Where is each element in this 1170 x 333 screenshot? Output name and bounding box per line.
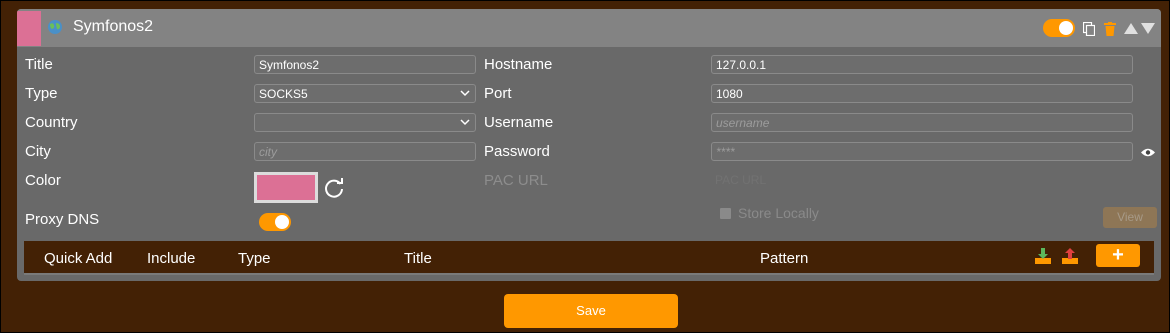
globe-icon: [48, 20, 62, 34]
pac-url-input[interactable]: PAC URL: [711, 171, 1133, 190]
move-down-icon[interactable]: [1141, 23, 1155, 34]
port-label: Port: [484, 85, 512, 102]
trash-icon[interactable]: [1104, 22, 1116, 36]
refresh-icon[interactable]: [323, 177, 345, 199]
proxy-dns-label: Proxy DNS: [25, 211, 100, 228]
username-label: Username: [484, 114, 554, 131]
proxy-dns-toggle[interactable]: [259, 213, 291, 231]
pac-url-label: PAC URL: [484, 172, 548, 189]
store-locally-checkbox[interactable]: [720, 208, 731, 219]
title-input[interactable]: Symfonos2: [254, 55, 476, 74]
proxy-title: Symfonos2: [73, 18, 154, 35]
hostname-input[interactable]: 127.0.0.1: [711, 55, 1133, 74]
port-input[interactable]: 1080: [711, 84, 1133, 103]
column-pattern: Pattern: [760, 250, 809, 267]
city-input[interactable]: city: [254, 142, 476, 161]
password-placeholder: ****: [716, 145, 735, 159]
city-label: City: [25, 143, 51, 160]
username-placeholder: username: [716, 116, 770, 130]
proxy-header: Symfonos2: [17, 9, 1161, 47]
move-up-icon[interactable]: [1124, 23, 1138, 34]
password-label: Password: [484, 143, 550, 160]
type-label: Type: [25, 85, 58, 102]
export-icon[interactable]: [1061, 247, 1079, 265]
column-quick-add: Quick Add: [44, 250, 113, 267]
type-select-value: SOCKS5: [259, 87, 308, 101]
eye-icon[interactable]: [1141, 148, 1155, 157]
duplicate-icon[interactable]: [1083, 22, 1095, 36]
country-select[interactable]: [254, 113, 476, 132]
password-input[interactable]: ****: [711, 142, 1133, 161]
country-label: Country: [25, 114, 78, 131]
proxy-panel: Symfonos2 Title Type Country City Color …: [17, 9, 1161, 281]
chevron-down-icon: [460, 90, 470, 97]
save-button[interactable]: Save: [504, 294, 678, 328]
store-locally-label: Store Locally: [738, 205, 819, 221]
color-picker[interactable]: [254, 172, 318, 203]
column-title: Title: [404, 250, 432, 267]
column-include: Include: [147, 250, 196, 267]
username-input[interactable]: username: [711, 113, 1133, 132]
app-window: Symfonos2 Title Type Country City Color …: [0, 0, 1170, 333]
pattern-table-header: Quick Add Include Type Title Pattern +: [24, 241, 1154, 275]
type-select[interactable]: SOCKS5: [254, 84, 476, 103]
column-type: Type: [238, 250, 271, 267]
view-button[interactable]: View: [1103, 207, 1157, 228]
proxy-active-toggle[interactable]: [1043, 19, 1075, 37]
import-icon[interactable]: [1034, 247, 1052, 265]
title-label: Title: [25, 56, 53, 73]
chevron-down-icon: [460, 119, 470, 126]
city-placeholder: city: [259, 145, 277, 159]
color-swatch: [17, 11, 41, 46]
add-pattern-button[interactable]: +: [1096, 244, 1140, 267]
hostname-label: Hostname: [484, 56, 553, 73]
color-label: Color: [25, 172, 61, 189]
